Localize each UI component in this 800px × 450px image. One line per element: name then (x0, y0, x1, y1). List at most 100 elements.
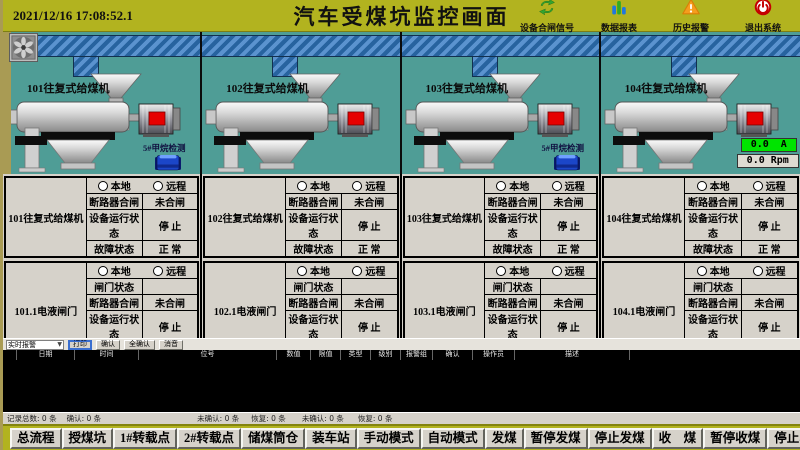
radio-local[interactable]: 本地 (297, 178, 330, 193)
methane-sensor-icon (554, 154, 580, 172)
nav-button-auto-mode[interactable]: 自动模式 (421, 428, 485, 449)
alarm-col-header[interactable]: 限值 (311, 350, 341, 360)
radio-local[interactable]: 本地 (98, 263, 131, 278)
speed-display: 0.0 Rpm (737, 154, 799, 168)
nav-button-transfer-point-2[interactable]: 2#转载点 (177, 428, 241, 449)
radio-local[interactable]: 本地 (496, 263, 529, 278)
status-row-value: 停 止 (142, 210, 198, 241)
nav-button-coal-silo[interactable]: 储煤筒仓 (241, 428, 305, 449)
alarm-col-header[interactable]: 描述 (515, 350, 630, 360)
alarm-col-header[interactable]: 报警组 (401, 350, 433, 360)
alarm-col-header[interactable]: 位号 (139, 350, 277, 360)
status-row-value: 未合闸 (741, 295, 798, 311)
status-row-label: 设备运行状态 (685, 210, 742, 241)
radio-circle (297, 181, 307, 191)
titlebar-button-label: 设备合闸信号 (520, 21, 574, 34)
alarm-toolbar: 实时报警 ▼ 打印确认全确认消音 (3, 338, 800, 350)
alarm-col-header[interactable]: 日期 (17, 350, 75, 360)
alarm-col-blank (3, 350, 17, 360)
status-column-1: 101往复式给煤机本地远程断路器合闸未合闸设备运行状态停 止故障状态正 常101… (3, 174, 202, 338)
hmi-screen: 2021/12/16 17:08:52.1 汽车受煤坑监控画面 设备合闸信号数据… (0, 0, 800, 450)
nav-button-coal-pit[interactable]: 授煤坑 (62, 428, 114, 449)
device-name-cell: 101往复式给煤机 (5, 177, 86, 257)
radio-circle (98, 266, 108, 276)
radio-remote[interactable]: 远程 (552, 263, 585, 278)
status-row-label: 闸门状态 (485, 279, 541, 295)
radio-remote[interactable]: 远程 (552, 178, 585, 193)
titlebar-button-bar-chart[interactable]: 数据报表 (588, 0, 650, 34)
radio-remote[interactable]: 远程 (153, 263, 186, 278)
nav-button-overview[interactable]: 总流程 (10, 428, 62, 449)
alarm-col-header[interactable]: 级别 (371, 350, 401, 360)
radio-local[interactable]: 本地 (297, 263, 330, 278)
nav-button-pause-send-coal[interactable]: 暂停发煤 (524, 428, 588, 449)
mimic-area: 101往复式给煤机5#甲烷检测102往复式给煤机103往复式给煤机5#甲烷检测1… (3, 32, 800, 174)
radio-group: 本地 远程 (87, 178, 198, 193)
radio-local-label: 本地 (509, 178, 529, 193)
local-remote-cell: 本地 远程 (285, 177, 397, 194)
nav-button-loading-station[interactable]: 装车站 (305, 428, 357, 449)
status-row-value: 停 止 (741, 311, 798, 342)
device-name-cell: 104往复式给煤机 (603, 177, 685, 257)
titlebar-button-exit-system[interactable]: 退出系统 (732, 0, 794, 34)
nav-button-send-coal[interactable]: 发煤 (485, 428, 524, 449)
alarm-col-header[interactable]: 操作员 (473, 350, 515, 360)
feeder-label: 101往复式给煤机 (27, 80, 110, 96)
alarm-col-header[interactable]: 确认 (433, 350, 473, 360)
status-row-label: 设备运行状态 (685, 311, 742, 342)
radio-group: 本地 远程 (485, 178, 596, 193)
status-row-value (541, 279, 597, 295)
nav-button-transfer-point-1[interactable]: 1#转载点 (113, 428, 177, 449)
status-row-value: 停 止 (541, 210, 597, 241)
status-row-value: 未合闸 (341, 295, 397, 311)
status-row-value: 未合闸 (541, 194, 597, 210)
ack-all-button[interactable]: 全确认 (124, 340, 155, 350)
status-row-value: 停 止 (341, 210, 397, 241)
alarm-col-header[interactable]: 时间 (75, 350, 139, 360)
status-row-value: 未合闸 (741, 194, 798, 210)
nav-button-stop-send-coal[interactable]: 停止发煤 (588, 428, 652, 449)
status-row-value (142, 279, 198, 295)
radio-remote[interactable]: 远程 (352, 263, 385, 278)
alarm-col-header[interactable]: 类型 (341, 350, 371, 360)
alarm-filter-dropdown[interactable]: 实时报警 ▼ (6, 340, 64, 350)
ack-button[interactable]: 确认 (96, 340, 120, 350)
radio-circle (552, 181, 562, 191)
radio-local[interactable]: 本地 (697, 178, 730, 193)
nav-button-manual-mode[interactable]: 手动模式 (357, 428, 421, 449)
status-row-label: 闸门状态 (86, 279, 142, 295)
status-row-value (341, 279, 397, 295)
status-row-label: 故障状态 (485, 241, 541, 258)
feeder-label: 103往复式给煤机 (426, 80, 509, 96)
radio-group: 本地 远程 (685, 263, 797, 278)
feeder-status-table: 104往复式给煤机本地远程断路器合闸未合闸设备运行状态停 止故障状态正 常 (602, 176, 799, 258)
titlebar-button-alarm-history[interactable]: 历史报警 (660, 0, 722, 34)
alarm-count-item: 未确认: 0 条 (302, 413, 344, 424)
status-row-label: 设备运行状态 (86, 311, 142, 342)
radio-remote[interactable]: 远程 (153, 178, 186, 193)
nav-button-receive-coal[interactable]: 收 煤 (652, 428, 704, 449)
radio-remote[interactable]: 远程 (753, 263, 786, 278)
radio-local[interactable]: 本地 (697, 263, 730, 278)
radio-group: 本地 远程 (286, 263, 397, 278)
nav-button-pause-receive-coal[interactable]: 暂停收煤 (703, 428, 767, 449)
radio-remote[interactable]: 远程 (352, 178, 385, 193)
radio-group: 本地 远程 (685, 178, 797, 193)
radio-local-label: 本地 (710, 263, 730, 278)
alarm-count-item: 未确认: 0 条 (197, 413, 239, 424)
alarm-count-item: 恢复: 0 条 (358, 413, 393, 424)
alarm-col-header[interactable]: 数值 (277, 350, 311, 360)
print-button[interactable]: 打印 (68, 340, 92, 350)
local-remote-cell: 本地 远程 (285, 262, 397, 279)
mute-button[interactable]: 消音 (159, 340, 183, 350)
radio-local[interactable]: 本地 (496, 178, 529, 193)
nav-button-stop-receive-coal[interactable]: 停止收煤 (767, 428, 800, 449)
titlebar-button-sync-arrows[interactable]: 设备合闸信号 (516, 0, 578, 34)
radio-local[interactable]: 本地 (98, 178, 131, 193)
radio-remote[interactable]: 远程 (753, 178, 786, 193)
local-remote-cell: 本地 远程 (485, 262, 597, 279)
status-row-label: 设备运行状态 (285, 311, 341, 342)
status-row-label: 断路器合闸 (485, 194, 541, 210)
feeder-panel-1: 101往复式给煤机5#甲烷检测 (3, 32, 202, 174)
status-row-label: 故障状态 (285, 241, 341, 258)
